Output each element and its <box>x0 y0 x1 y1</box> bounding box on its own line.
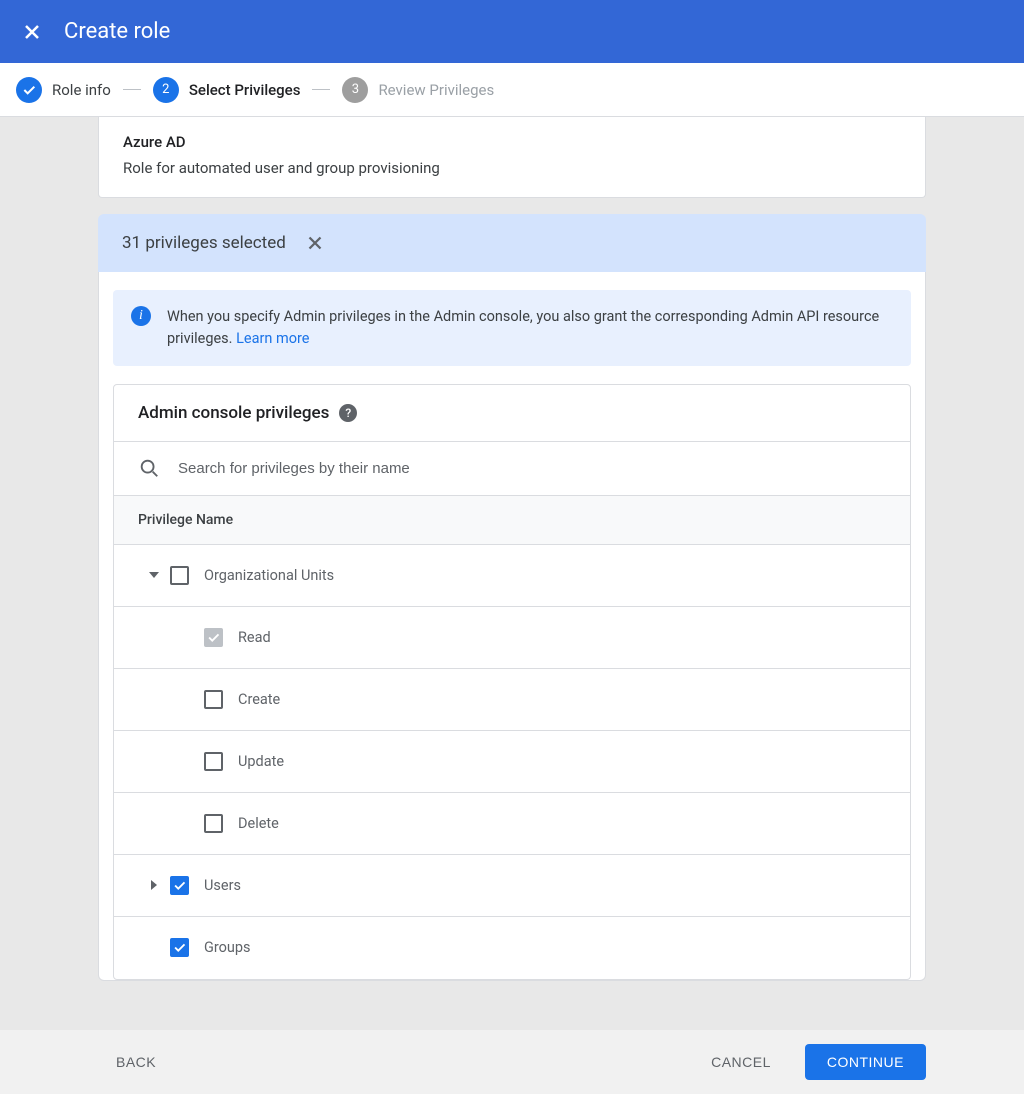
stepper: Role info 2 Select Privileges 3 Review P… <box>0 63 1024 117</box>
step-number-icon: 3 <box>342 77 368 103</box>
privilege-row-users: Users <box>114 855 910 917</box>
step-role-info[interactable]: Role info <box>16 77 111 103</box>
step-label: Role info <box>52 81 111 99</box>
checkbox-users[interactable] <box>170 876 189 895</box>
checkbox-org-units[interactable] <box>170 566 189 585</box>
checkbox-read[interactable] <box>204 628 223 647</box>
check-circle-icon <box>16 77 42 103</box>
page-title: Create role <box>64 19 170 44</box>
column-header: Privilege Name <box>114 496 910 545</box>
learn-more-link[interactable]: Learn more <box>236 330 309 347</box>
privilege-row-create: Create <box>114 669 910 731</box>
section-header: Admin console privileges ? <box>114 385 910 442</box>
info-banner-text: When you specify Admin privileges in the… <box>167 306 893 350</box>
privilege-label: Update <box>238 753 284 770</box>
clear-selection-icon[interactable] <box>304 232 326 254</box>
privilege-label: Create <box>238 691 280 708</box>
privilege-label: Users <box>204 877 241 894</box>
info-banner: i When you specify Admin privileges in t… <box>113 290 911 366</box>
checkbox-delete[interactable] <box>204 814 223 833</box>
close-icon[interactable] <box>20 20 44 44</box>
role-summary-card: Azure AD Role for automated user and gro… <box>98 117 926 198</box>
privilege-label: Delete <box>238 815 279 832</box>
continue-button[interactable]: CONTINUE <box>805 1044 926 1080</box>
privilege-row-groups: Groups <box>114 917 910 979</box>
back-button[interactable]: BACK <box>110 1044 178 1080</box>
privilege-row-update: Update <box>114 731 910 793</box>
role-description: Role for automated user and group provis… <box>123 159 901 177</box>
search-icon <box>138 457 160 479</box>
selection-count-bar: 31 privileges selected <box>98 214 926 272</box>
step-review-privileges[interactable]: 3 Review Privileges <box>342 77 494 103</box>
privilege-row-delete: Delete <box>114 793 910 855</box>
info-icon: i <box>131 306 151 326</box>
privilege-label: Read <box>238 629 271 646</box>
step-select-privileges[interactable]: 2 Select Privileges <box>153 77 301 103</box>
privilege-label: Organizational Units <box>204 567 334 584</box>
privilege-search-row <box>114 442 910 496</box>
collapse-icon[interactable] <box>149 572 159 578</box>
checkbox-create[interactable] <box>204 690 223 709</box>
privilege-row-org-units: Organizational Units <box>114 545 910 607</box>
step-number-icon: 2 <box>153 77 179 103</box>
admin-console-privileges-section: Admin console privileges ? Privilege Nam… <box>113 384 911 980</box>
privileges-container: i When you specify Admin privileges in t… <box>98 272 926 981</box>
step-label: Review Privileges <box>378 81 494 99</box>
section-title: Admin console privileges <box>138 403 329 423</box>
cancel-button[interactable]: CANCEL <box>689 1044 793 1080</box>
expand-icon[interactable] <box>151 880 157 890</box>
checkbox-groups[interactable] <box>170 938 189 957</box>
step-divider <box>312 89 330 90</box>
privilege-label: Groups <box>204 939 251 956</box>
role-name: Azure AD <box>123 133 901 151</box>
step-label: Select Privileges <box>189 81 301 99</box>
privilege-search-input[interactable] <box>178 460 886 477</box>
selection-count-text: 31 privileges selected <box>122 233 286 253</box>
checkbox-update[interactable] <box>204 752 223 771</box>
privilege-row-read: Read <box>114 607 910 669</box>
help-icon[interactable]: ? <box>339 404 357 422</box>
footer-bar: BACK CANCEL CONTINUE <box>0 1030 1024 1094</box>
app-header: Create role <box>0 0 1024 63</box>
step-divider <box>123 89 141 90</box>
